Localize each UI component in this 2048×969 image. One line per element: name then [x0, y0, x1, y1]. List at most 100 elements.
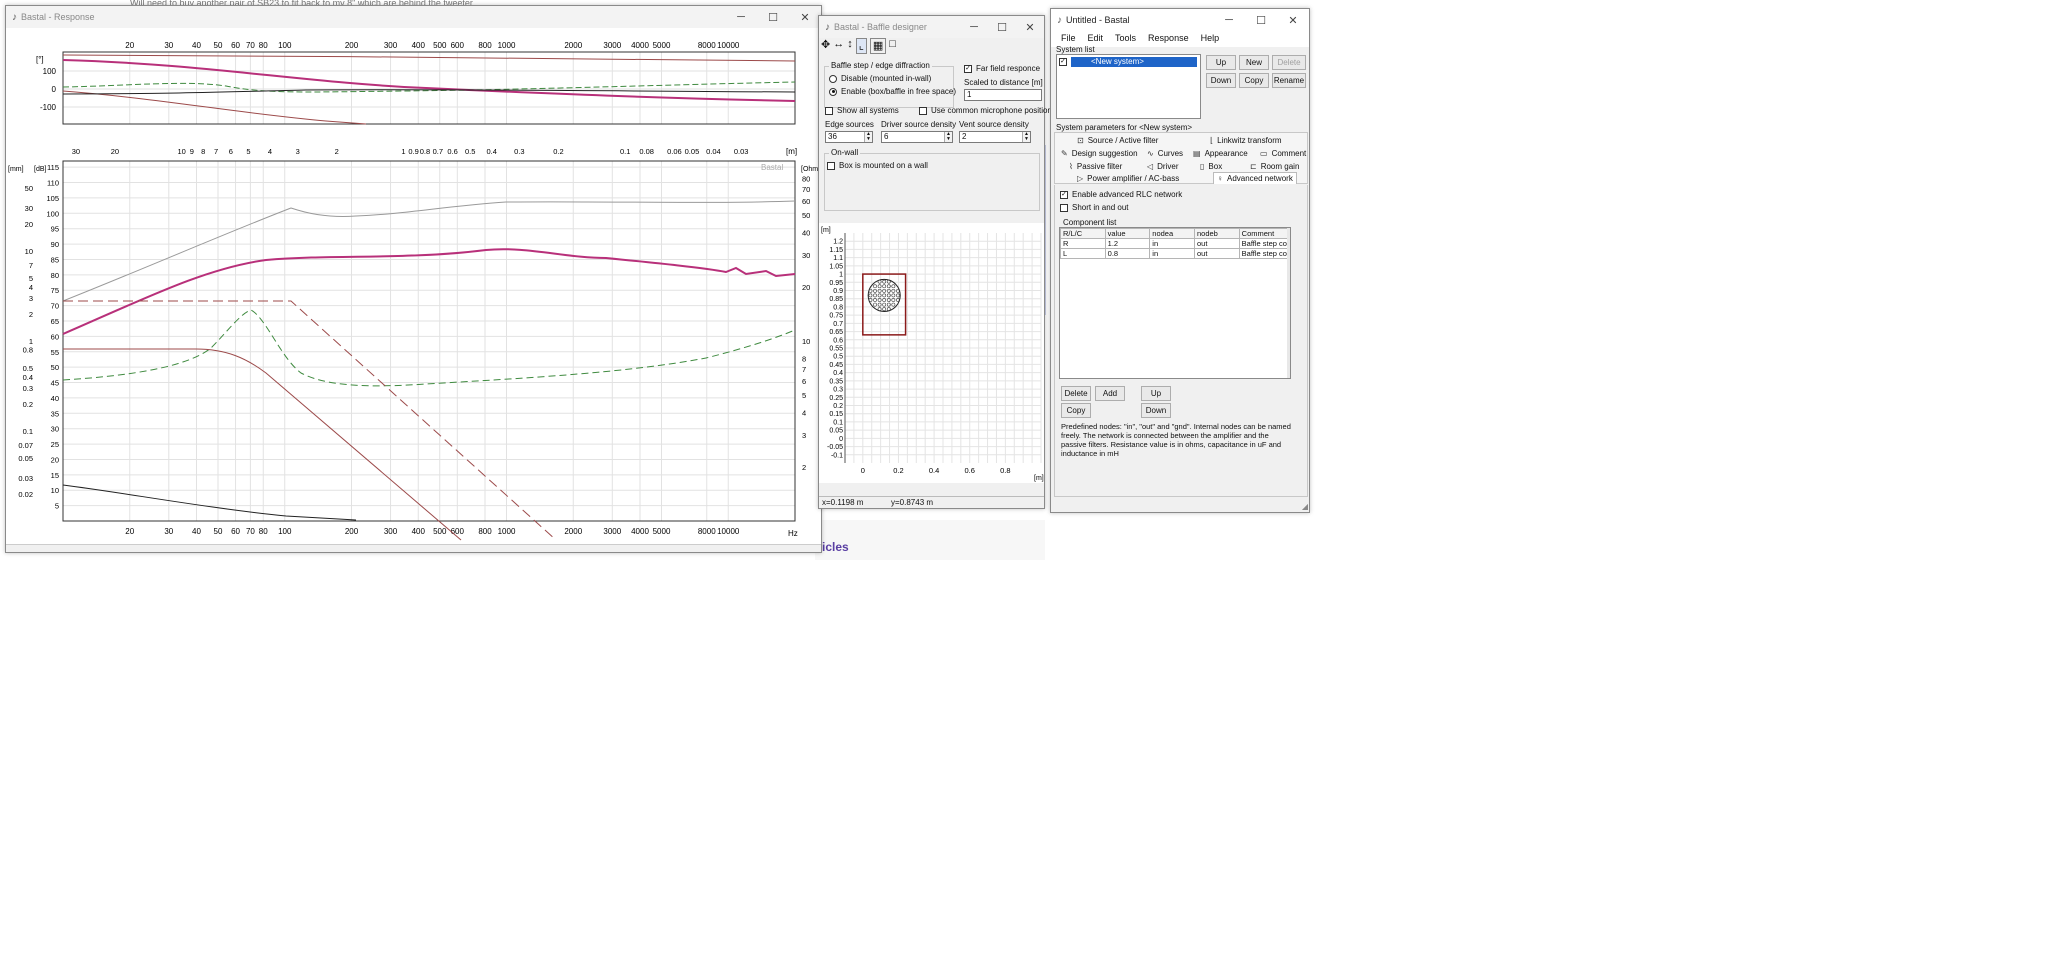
cell-comment[interactable]: Baffle step co [1238, 248, 1290, 259]
minimize-icon[interactable]: ─ [1213, 9, 1245, 31]
tab-linkwitz-transform[interactable]: ⌊ Linkwitz transform [1210, 136, 1282, 145]
baffle-plot[interactable]: [m] [m] 1.21.151.11.0510.950.90.850.80.7… [819, 223, 1044, 483]
minimize-icon[interactable]: ─ [960, 16, 988, 38]
phase-curve-green [62, 81, 796, 93]
cell-nodeb[interactable]: out [1193, 238, 1240, 249]
tab-appearance[interactable]: ▤ Appearance [1193, 149, 1248, 158]
system-list-item[interactable]: ✓ <New system> [1059, 57, 1197, 67]
response-plot[interactable]: [°] 1000-100 20 30 40 50 60 70 80 100 200 300 400 5… [6, 28, 821, 552]
rect-tool-icon[interactable]: □ [889, 38, 896, 54]
scaled-distance-input[interactable]: 1 [964, 89, 1042, 101]
edge-sources-spinner[interactable]: 36 ▲ ▼ [825, 131, 873, 143]
maximize-icon[interactable]: ☐ [1245, 9, 1277, 31]
background-browser-link[interactable]: ticles [818, 540, 849, 554]
table-row[interactable]: L 0.8 in out Baffle step co [1060, 248, 1290, 259]
component-down-button[interactable]: Down [1141, 403, 1171, 418]
cell-value[interactable]: 0.8 [1104, 248, 1151, 259]
component-copy-button[interactable]: Copy [1061, 403, 1091, 418]
tab-design-suggestion[interactable]: ✎ Design suggestion [1061, 149, 1138, 158]
component-delete-button[interactable]: Delete [1061, 386, 1091, 401]
response-titlebar[interactable]: ♪ Bastal - Response ─ ☐ ✕ [6, 6, 821, 28]
baffle-y-tick: 0.75 [829, 313, 843, 320]
baffle-titlebar[interactable]: ♪ Bastal - Baffle designer ─ ☐ ✕ [819, 16, 1044, 38]
tab-box[interactable]: ▯ Box [1200, 162, 1222, 171]
box-on-wall-checkbox[interactable]: Box is mounted on a wall [827, 161, 928, 170]
resize-grip-icon[interactable]: ◢ [1302, 502, 1308, 511]
db-tick-label: 10 [51, 486, 59, 495]
phase-curve-black [62, 89, 796, 95]
db-tick-label: 100 [46, 209, 59, 218]
baffle-y-tick: 1 [839, 272, 843, 279]
maximize-icon[interactable]: ☐ [757, 6, 789, 28]
ohm-tick-label: 7 [802, 365, 806, 374]
show-all-systems-checkbox[interactable]: Show all systems [825, 106, 899, 115]
ohm-tick-label: 70 [802, 185, 810, 194]
main-titlebar[interactable]: ♪ Untitled - Bastal ─ ☐ ✕ [1051, 9, 1309, 31]
distance-tick-label: 6 [229, 147, 233, 156]
minimize-icon[interactable]: ─ [725, 6, 757, 28]
tab-source-active-filter[interactable]: ⊡ Source / Active filter [1077, 136, 1158, 145]
driver-density-spinner[interactable]: 6 ▲ ▼ [881, 131, 953, 143]
move-all-icon[interactable]: ✥ [821, 38, 830, 54]
cell-nodea[interactable]: in [1149, 238, 1195, 249]
component-up-button[interactable]: Up [1141, 386, 1171, 401]
cell-nodea[interactable]: in [1149, 248, 1195, 259]
cell-type[interactable]: L [1060, 248, 1106, 259]
component-list[interactable]: R/L/C value nodea nodeb Comment R 1.2 in… [1059, 227, 1291, 379]
tab-comment[interactable]: ▭ Comment [1260, 149, 1306, 158]
tab-curves[interactable]: ∿ Curves [1147, 149, 1183, 158]
move-vertical-icon[interactable]: ↕ [847, 38, 853, 54]
col-nodeb[interactable]: nodeb [1193, 228, 1240, 239]
tab-passive-filter[interactable]: ⌇ Passive filter [1069, 162, 1122, 171]
grid-tool-icon[interactable]: ▦ [869, 38, 887, 54]
tab-power-amplifier[interactable]: ▷ Power amplifier / AC-bass [1077, 174, 1179, 183]
menu-help[interactable]: Help [1195, 31, 1226, 47]
tab-advanced-network[interactable]: ♀ Advanced network [1213, 172, 1297, 184]
cell-value[interactable]: 1.2 [1104, 238, 1151, 249]
close-icon[interactable]: ✕ [1016, 16, 1044, 38]
freq-tick-label: 8000 [698, 527, 716, 536]
cell-comment[interactable]: Baffle step co [1238, 238, 1290, 249]
col-rlc[interactable]: R/L/C [1060, 228, 1106, 239]
menu-response[interactable]: Response [1142, 31, 1195, 47]
system-new-button[interactable]: New [1239, 55, 1269, 70]
system-down-button[interactable]: Down [1206, 73, 1236, 88]
phase-curve-brown-top [62, 54, 796, 62]
short-in-out-checkbox[interactable]: Short in and out [1060, 203, 1128, 212]
cell-type[interactable]: R [1060, 238, 1106, 249]
col-comment[interactable]: Comment [1238, 228, 1290, 239]
common-mic-checkbox[interactable]: Use common microphone position [919, 106, 1052, 115]
db-tick-label: 105 [46, 194, 59, 203]
maximize-icon[interactable]: ☐ [988, 16, 1016, 38]
component-add-button[interactable]: Add [1095, 386, 1125, 401]
vertical-scrollbar[interactable] [1287, 228, 1290, 378]
table-row[interactable]: R 1.2 in out Baffle step co [1060, 238, 1290, 249]
radio-disable-diffraction[interactable]: Disable (mounted in-wall) [829, 74, 931, 83]
system-rename-button[interactable]: Rename [1272, 73, 1306, 88]
system-enabled-checkbox[interactable]: ✓ [1059, 58, 1067, 66]
baffle-y-tick: 0.95 [829, 280, 843, 287]
freq-tick-label: 60 [231, 527, 240, 536]
cell-nodeb[interactable]: out [1193, 248, 1240, 259]
tab-room-gain[interactable]: ⊏ Room gain [1250, 162, 1299, 171]
menu-tools[interactable]: Tools [1109, 31, 1142, 47]
col-nodea[interactable]: nodea [1149, 228, 1195, 239]
system-copy-button[interactable]: Copy [1239, 73, 1269, 88]
system-up-button[interactable]: Up [1206, 55, 1236, 70]
mm-tick-label: 10 [25, 247, 33, 256]
col-value[interactable]: value [1104, 228, 1151, 239]
radio-enable-diffraction[interactable]: Enable (box/baffle in free space) [829, 87, 956, 96]
vent-density-spinner[interactable]: 2 ▲ ▼ [959, 131, 1031, 143]
close-icon[interactable]: ✕ [789, 6, 821, 28]
select-tool-icon[interactable]: ⌞ [855, 38, 867, 54]
db-tick-label: 15 [51, 471, 59, 480]
enable-rlc-checkbox[interactable]: ✓ Enable advanced RLC network [1060, 190, 1182, 199]
far-field-checkbox[interactable]: ✓ Far field responce [964, 64, 1040, 73]
tab-driver[interactable]: ◁ Driver [1147, 162, 1179, 171]
baffle-y-tick: 1.2 [833, 239, 843, 246]
close-icon[interactable]: ✕ [1277, 9, 1309, 31]
system-delete-button[interactable]: Delete [1272, 55, 1306, 70]
distance-tick-label: 0.3 [514, 147, 524, 156]
system-list[interactable]: ✓ <New system> [1056, 54, 1201, 119]
move-horizontal-icon[interactable]: ↔ [833, 38, 844, 54]
